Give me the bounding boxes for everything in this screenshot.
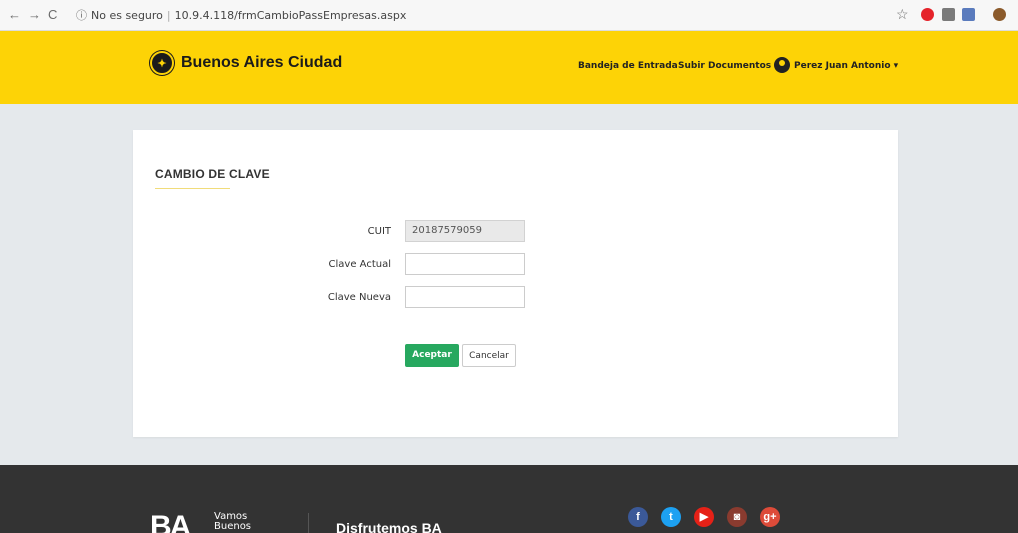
address-bar[interactable]: ⓘ No es seguro | 10.9.4.118/frmCambioPassEm…	[76, 5, 896, 26]
extension-icon-2[interactable]	[962, 8, 975, 21]
back-button[interactable]: ←	[8, 7, 21, 23]
user-menu[interactable]: Perez Juan Antonio ▾	[794, 61, 898, 71]
youtube-icon[interactable]: ▶	[694, 507, 714, 527]
footer-tagline: Disfrutemos BA	[336, 520, 442, 533]
footer-divider	[308, 513, 309, 533]
site-footer: BA Vamos Buenos Disfrutemos BA f t ▶ ◙ g+	[0, 465, 1018, 533]
vamos-buenos-text: Vamos Buenos	[214, 511, 252, 532]
security-label: No es seguro	[91, 9, 163, 22]
url-separator: |	[166, 9, 171, 22]
clave-actual-label: Clave Actual	[328, 259, 391, 270]
ba-seal-icon: ✦	[150, 51, 174, 75]
google-plus-icon[interactable]: g+	[760, 507, 780, 527]
opera-extension-icon[interactable]	[921, 8, 934, 21]
user-avatar-icon[interactable]	[774, 57, 790, 73]
nav-subir-documentos[interactable]: Subir Documentos	[678, 61, 771, 71]
current-password-field[interactable]	[405, 253, 525, 275]
profile-avatar[interactable]	[993, 8, 1006, 21]
url-text: 10.9.4.118/frmCambioPassEmpresas.aspx	[174, 9, 407, 22]
extension-icon[interactable]	[942, 8, 955, 21]
new-password-field[interactable]	[405, 286, 525, 308]
info-icon[interactable]: ⓘ	[76, 9, 87, 22]
title-underline	[155, 188, 230, 189]
facebook-icon[interactable]: f	[628, 507, 648, 527]
twitter-icon[interactable]: t	[661, 507, 681, 527]
logo-text: Buenos Aires Ciudad	[181, 54, 343, 71]
bookmark-star-icon[interactable]: ☆	[896, 6, 909, 22]
password-change-card: CAMBIO DE CLAVE CUIT 20187579059 Clave A…	[133, 130, 898, 437]
cancel-button[interactable]: Cancelar	[462, 344, 516, 367]
ba-logo: BA	[150, 510, 191, 533]
forward-button[interactable]: →	[28, 7, 41, 23]
instagram-icon[interactable]: ◙	[727, 507, 747, 527]
site-header: ✦ Buenos Aires Ciudad Bandeja de Entrada…	[0, 31, 1018, 104]
clave-nueva-label: Clave Nueva	[327, 292, 391, 303]
browser-toolbar: ← → C ⓘ No es seguro | 10.9.4.118/frmCambio…	[0, 0, 1018, 31]
cuit-field: 20187579059	[405, 220, 525, 242]
cuit-label: CUIT	[367, 226, 391, 237]
accept-button[interactable]: Aceptar	[405, 344, 459, 367]
site-logo[interactable]: ✦ Buenos Aires Ciudad	[150, 50, 342, 76]
page-title: CAMBIO DE CLAVE	[155, 167, 270, 181]
nav-bandeja-de-entrada[interactable]: Bandeja de Entrada	[578, 61, 678, 71]
reload-button[interactable]: C	[48, 7, 57, 23]
